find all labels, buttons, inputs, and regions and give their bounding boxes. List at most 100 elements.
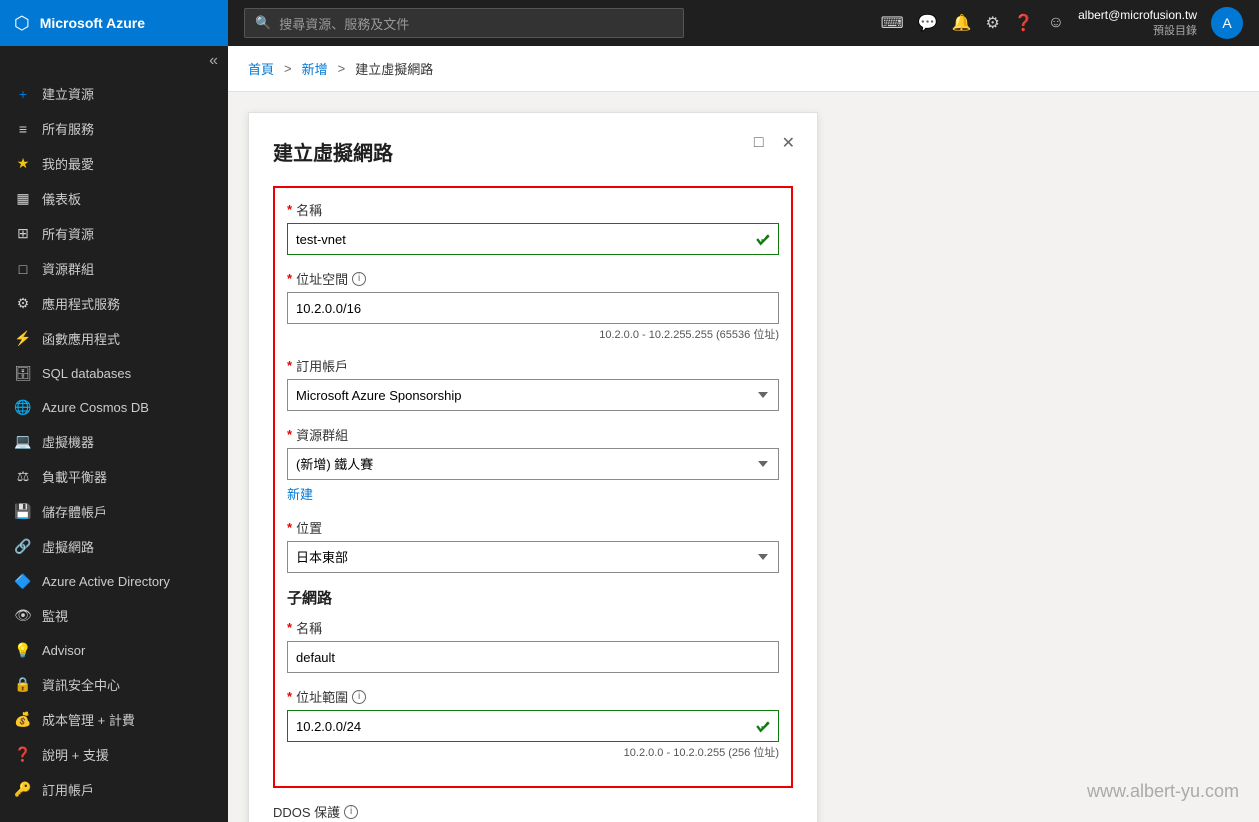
address-label: * 位址空間 i (287, 269, 779, 288)
content-area: 首頁 > 新增 > 建立虛擬網路 □ ✕ 建立虛擬網路 * (228, 46, 1259, 822)
sidebar-item-label-15: 監視 (42, 606, 68, 625)
sidebar-item-icon-17: 🔒 (14, 676, 32, 694)
sidebar-item-label-14: Azure Active Directory (42, 574, 170, 589)
name-field-group: * 名稱 (287, 200, 779, 255)
sidebar-item-16[interactable]: 💡Advisor (0, 633, 228, 667)
sidebar-item-7[interactable]: ⚡ 函數應用程式 (0, 321, 228, 356)
sidebar-item-label-8: SQL databases (42, 366, 131, 381)
sidebar-item-4[interactable]: ⊞ 所有資源 (0, 216, 228, 251)
sidebar-item-label-2: 我的最愛 (42, 154, 94, 173)
sidebar-item-icon-10: 💻 (14, 433, 32, 451)
rg-label-text: 資源群組 (296, 425, 348, 444)
cloud-shell-icon[interactable]: ⌨ (881, 13, 904, 33)
panel-maximize-button[interactable]: □ (750, 131, 768, 155)
feedback-icon[interactable]: 💬 (918, 13, 938, 33)
name-required-star: * (287, 202, 292, 217)
create-vnet-panel: □ ✕ 建立虛擬網路 * 名稱 (248, 112, 818, 822)
sidebar-item-14[interactable]: 🔷Azure Active Directory (0, 564, 228, 598)
panel-controls: □ ✕ (750, 131, 799, 155)
address-required-star: * (287, 271, 292, 286)
subscription-field-group: * 訂用帳戶 Microsoft Azure Sponsorship (287, 356, 779, 411)
sidebar-item-18[interactable]: 💰 成本管理 + 計費 (0, 702, 228, 737)
sidebar-item-icon-15: 👁 (14, 607, 32, 625)
location-select[interactable]: 日本東部 (287, 541, 779, 573)
sidebar-item-label-1: 所有服務 (42, 119, 94, 138)
sidebar-item-icon-19: ❓ (14, 746, 32, 764)
sidebar-item-12[interactable]: 💾儲存體帳戶 (0, 494, 228, 529)
sidebar-item-icon-2: ★ (14, 155, 32, 173)
sidebar-item-label-4: 所有資源 (42, 224, 94, 243)
sidebar-item-label-11: 負載平衡器 (42, 467, 107, 486)
sidebar-item-label-7: 函數應用程式 (42, 329, 120, 348)
main-area: 🔍 搜尋資源、服務及文件 ⌨ 💬 🔔 ⚙ ❓ ☺ albert@microfus… (228, 0, 1259, 822)
subnet-section-title: 子網路 (287, 587, 779, 608)
subscription-select[interactable]: Microsoft Azure Sponsorship (287, 379, 779, 411)
sidebar-collapse-button[interactable]: « (0, 46, 228, 76)
sidebar-item-17[interactable]: 🔒 資訊安全中心 (0, 667, 228, 702)
sidebar-title: Microsoft Azure (40, 15, 145, 31)
subnet-addr-input[interactable] (287, 710, 779, 742)
sidebar-item-15[interactable]: 👁 監視 (0, 598, 228, 633)
subnet-name-required-star: * (287, 620, 292, 635)
name-input[interactable] (287, 223, 779, 255)
location-required-star: * (287, 520, 292, 535)
address-info-icon[interactable]: i (352, 272, 366, 286)
sidebar-item-9[interactable]: 🌐Azure Cosmos DB (0, 390, 228, 424)
ddos-info-icon[interactable]: i (344, 805, 358, 819)
notification-icon[interactable]: 🔔 (952, 13, 972, 33)
sidebar-header: ⬡ Microsoft Azure (0, 0, 228, 46)
rg-select[interactable]: (新增) 鐵人賽 (287, 448, 779, 480)
panel-close-button[interactable]: ✕ (778, 131, 799, 155)
sidebar-item-icon-16: 💡 (14, 641, 32, 659)
sidebar-item-icon-18: 💰 (14, 711, 32, 729)
address-hint-text: 10.2.0.0 - 10.2.255.255 (65536 位址) (287, 326, 779, 342)
user-avatar[interactable]: A (1211, 7, 1243, 39)
sidebar-item-label-19: 說明 + 支援 (42, 745, 109, 764)
sidebar-item-icon-4: ⊞ (14, 225, 32, 243)
sidebar-item-13[interactable]: 🔗虛擬網路 (0, 529, 228, 564)
sidebar-item-label-10: 虛擬機器 (42, 432, 94, 451)
sidebar-item-icon-20: 🔑 (14, 781, 32, 799)
sidebar-item-icon-7: ⚡ (14, 330, 32, 348)
sidebar-item-2[interactable]: ★ 我的最愛 (0, 146, 228, 181)
address-input[interactable] (287, 292, 779, 324)
sidebar-item-label-18: 成本管理 + 計費 (42, 710, 135, 729)
sidebar-item-20[interactable]: 🔑訂用帳戶 (0, 772, 228, 807)
breadcrumb: 首頁 > 新增 > 建立虛擬網路 (228, 46, 1259, 92)
sidebar-item-icon-6: ⚙ (14, 295, 32, 313)
sidebar-item-19[interactable]: ❓ 說明 + 支援 (0, 737, 228, 772)
sidebar-item-10[interactable]: 💻 虛擬機器 (0, 424, 228, 459)
sidebar-item-0[interactable]: +建立資源 (0, 76, 228, 111)
rg-new-link[interactable]: 新建 (287, 484, 313, 503)
breadcrumb-current: 建立虛擬網路 (355, 59, 433, 78)
breadcrumb-home[interactable]: 首頁 (248, 59, 274, 78)
sidebar-item-1[interactable]: ≡ 所有服務 (0, 111, 228, 146)
sidebar-item-8[interactable]: 🗄SQL databases (0, 356, 228, 390)
sidebar-item-icon-1: ≡ (14, 120, 32, 138)
settings-icon[interactable]: ⚙ (986, 13, 1000, 33)
sidebar-item-11[interactable]: ⚖負載平衡器 (0, 459, 228, 494)
sidebar-item-icon-0: + (14, 85, 32, 103)
sidebar-items-list: +建立資源 ≡ 所有服務 ★ 我的最愛 ▦儀表板 ⊞ 所有資源 □資源群組⚙應用程式服務 ⚡ 函數應… (0, 76, 228, 807)
subnet-addr-label: * 位址範圍 i (287, 687, 779, 706)
search-bar[interactable]: 🔍 搜尋資源、服務及文件 (244, 8, 684, 38)
smiley-icon[interactable]: ☺ (1048, 14, 1064, 32)
breadcrumb-new[interactable]: 新增 (302, 59, 328, 78)
help-icon[interactable]: ❓ (1014, 13, 1034, 33)
subnet-addr-label-text: 位址範圍 (296, 687, 348, 706)
subnet-addr-info-icon[interactable]: i (352, 690, 366, 704)
sidebar-item-icon-3: ▦ (14, 190, 32, 208)
sidebar-item-6[interactable]: ⚙應用程式服務 (0, 286, 228, 321)
subnet-addr-field-group: * 位址範圍 i 10.2.0.0 - 10.2.0.255 (256 位址) (287, 687, 779, 760)
panel-container: □ ✕ 建立虛擬網路 * 名稱 (228, 92, 1259, 822)
sidebar-item-5[interactable]: □資源群組 (0, 251, 228, 286)
subnet-name-field-group: * 名稱 (287, 618, 779, 673)
subnet-addr-hint-text: 10.2.0.0 - 10.2.0.255 (256 位址) (287, 744, 779, 760)
subnet-name-label-text: 名稱 (296, 618, 322, 637)
sidebar-item-label-17: 資訊安全中心 (42, 675, 120, 694)
name-label-text: 名稱 (296, 200, 322, 219)
subscription-required-star: * (287, 358, 292, 373)
sidebar-item-3[interactable]: ▦儀表板 (0, 181, 228, 216)
subnet-name-input[interactable] (287, 641, 779, 673)
user-info: albert@microfusion.tw 預設目錄 (1078, 8, 1197, 38)
